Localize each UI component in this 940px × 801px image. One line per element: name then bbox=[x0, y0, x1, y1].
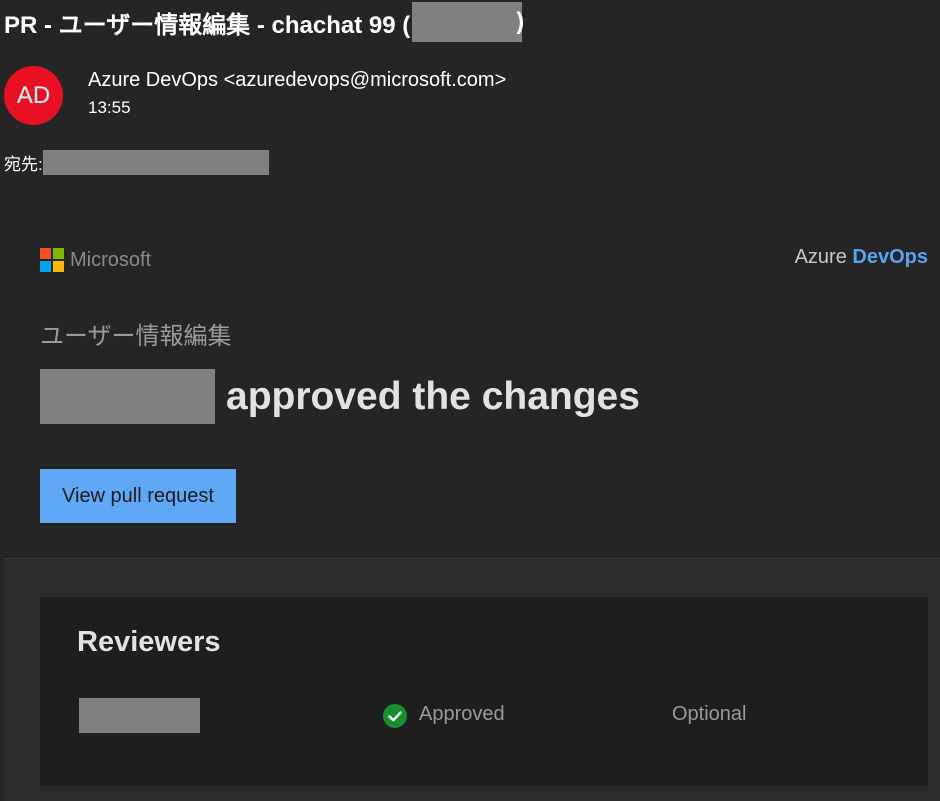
view-pull-request-button[interactable]: View pull request bbox=[40, 469, 236, 523]
pull-request-title: ユーザー情報編集 bbox=[40, 323, 232, 350]
review-status: Approved bbox=[419, 703, 505, 725]
email-subject: PR - ユーザー情報編集 - chachat 99 ( ) bbox=[4, 2, 524, 42]
brand-azure: Azure bbox=[794, 246, 853, 268]
microsoft-wordmark: Microsoft bbox=[70, 248, 152, 271]
microsoft-squares-icon bbox=[40, 248, 64, 272]
brand-devops: DevOps bbox=[852, 246, 928, 268]
redacted-repo-name bbox=[412, 2, 523, 42]
check-circle-icon bbox=[383, 704, 407, 728]
azure-devops-brand: Azure DevOps bbox=[795, 246, 928, 269]
avatar-initials: AD bbox=[16, 81, 51, 109]
reviewer-row: Approved Optional bbox=[40, 697, 928, 734]
microsoft-logo: Microsoft bbox=[40, 248, 151, 272]
redacted-recipient[interactable] bbox=[42, 150, 269, 175]
subject-text: PR - ユーザー情報編集 - chachat 99 ( bbox=[4, 11, 411, 39]
headline-text: approved the changes bbox=[226, 374, 640, 418]
approval-headline: approved the changes bbox=[40, 369, 640, 424]
review-requirement: Optional bbox=[672, 703, 747, 725]
sender-avatar[interactable]: AD bbox=[4, 66, 63, 125]
redacted-approver-name bbox=[40, 369, 215, 424]
reviewers-panel: Reviewers Approved Optional bbox=[40, 597, 928, 786]
redacted-reviewer-name bbox=[79, 698, 200, 733]
recipient-line: 宛先: bbox=[4, 150, 269, 175]
sender-name[interactable]: Azure DevOps <azuredevops@microsoft.com> bbox=[88, 69, 506, 92]
reviewers-heading: Reviewers bbox=[77, 626, 221, 658]
subject-suffix: ) bbox=[516, 8, 525, 35]
to-label: 宛先: bbox=[4, 155, 43, 174]
sent-time: 13:55 bbox=[88, 98, 131, 117]
